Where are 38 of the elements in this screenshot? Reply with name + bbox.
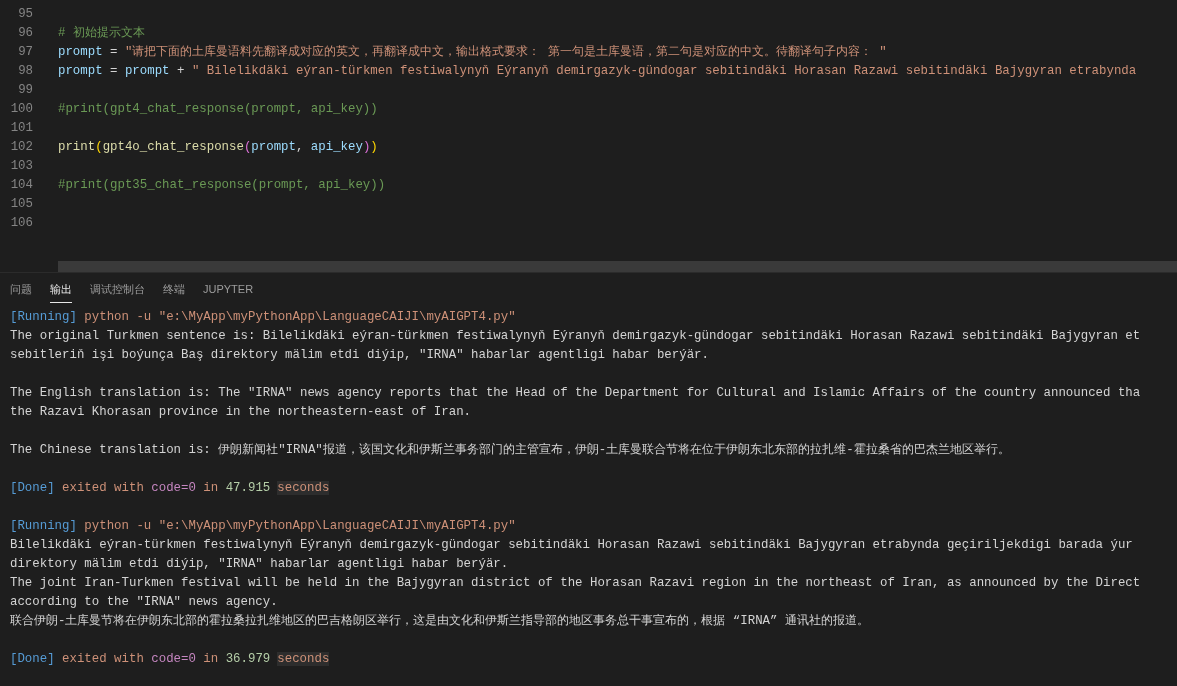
scrollbar[interactable] <box>58 261 1177 272</box>
line-number: 95 <box>17 6 33 24</box>
output-line: The Chinese translation is: 伊朗新闻社"IRNA"报道，该国文化和伊斯兰事务部门的主管宣布，伊朗-土库曼联合节将在位于伊朗东北东部的拉扎维-霍拉桑省的巴杰兰地区举行。 <box>10 442 1010 459</box>
panel-tab[interactable]: 终端 <box>163 280 185 303</box>
output-line: [Done] exited with code=0 in 47.915 seconds <box>10 480 330 497</box>
line-number: 96 <box>17 25 33 43</box>
code-line: #print(gpt4_chat_response(prompt, api_key)) <box>58 101 378 119</box>
line-number: 104 <box>9 177 33 195</box>
line-number: 98 <box>17 63 33 81</box>
line-number: 97 <box>17 44 33 62</box>
output-line: Bilelikdäki eýran-türkmen festiwalynyň Eýranyň demirgazyk-gündogar sebitindäki Horasan Razawi sebitindäki Bajygyran etrabynda geçiriljekdigi barada ýur <box>10 537 1133 554</box>
output-line: The original Turkmen sentence is: Bilelikdäki eýran-türkmen festiwalynyň Eýranyň demirgazyk-gündogar sebitindäki Horasan Razawi sebitindäki Bajygyran et <box>10 328 1141 345</box>
line-number: 99 <box>17 82 33 100</box>
panel-tab[interactable]: JUPYTER <box>203 280 254 303</box>
code-line: # 初始提示文本 <box>58 25 145 43</box>
code-line: print(gpt4o_chat_response(prompt, api_key)) <box>58 139 378 157</box>
output-line: direktory mälim etdi diýip, "IRNA" habarlar agentligi habar berýär. <box>10 556 509 573</box>
panel-tab[interactable]: 问题 <box>10 280 32 303</box>
line-number: 103 <box>9 158 33 176</box>
output-line: 联合伊朗-土库曼节将在伊朗东北部的霍拉桑拉扎维地区的巴吉格朗区举行，这是由文化和伊斯兰指导部的地区事务总干事宣布的，根据 “IRNA” 通讯社的报道。 <box>10 613 869 630</box>
code-line: prompt = prompt + " Bilelikdäki eýran-türkmen festiwalynyň Eýranyň demirgazyk-gündogar sebitindäki Horasan Razawi sebitindäki Bajygyran etrabynda <box>58 63 1137 81</box>
output-line: The English translation is: The "IRNA" news agency reports that the Head of the Department for Cultural and Islamic Affairs of the country announced tha <box>10 385 1141 402</box>
panel-tab[interactable]: 调试控制台 <box>90 280 145 303</box>
code-line: #print(gpt35_chat_response(prompt, api_key)) <box>58 177 386 195</box>
code-line: prompt = "请把下面的土库曼语料先翻译成对应的英文，再翻译成中文，输出格式要求： 第一句是土库曼语，第二句是对应的中文。待翻译句子内容： " <box>58 44 887 62</box>
output-line: the Razavi Khorasan province in the northeastern-east of Iran. <box>10 404 471 421</box>
output-line: [Running] python -u "e:\MyApp\myPythonApp\LanguageCAIJI\myAIGPT4.py" <box>10 309 516 326</box>
line-number: 106 <box>9 215 33 233</box>
line-number: 100 <box>9 101 33 119</box>
line-number: 105 <box>9 196 33 214</box>
panel-tab[interactable]: 输出 <box>50 280 72 303</box>
output-line: The joint Iran-Turkmen festival will be held in the Bajygyran district of the Horasan Razavi region in the northeast of Iran, as announced by the Direct <box>10 575 1141 592</box>
output-line: sebitleriň işi boýunça Baş direktory mälim etdi diýip, "IRNA" habarlar agentligi habar berýär. <box>10 347 709 364</box>
line-number: 102 <box>9 139 33 157</box>
output-line: [Done] exited with code=0 in 36.979 seconds <box>10 651 330 668</box>
line-number: 101 <box>9 120 33 138</box>
output-line: [Running] python -u "e:\MyApp\myPythonApp\LanguageCAIJI\myAIGPT4.py" <box>10 518 516 535</box>
output-line: according to the "IRNA" news agency. <box>10 594 278 611</box>
